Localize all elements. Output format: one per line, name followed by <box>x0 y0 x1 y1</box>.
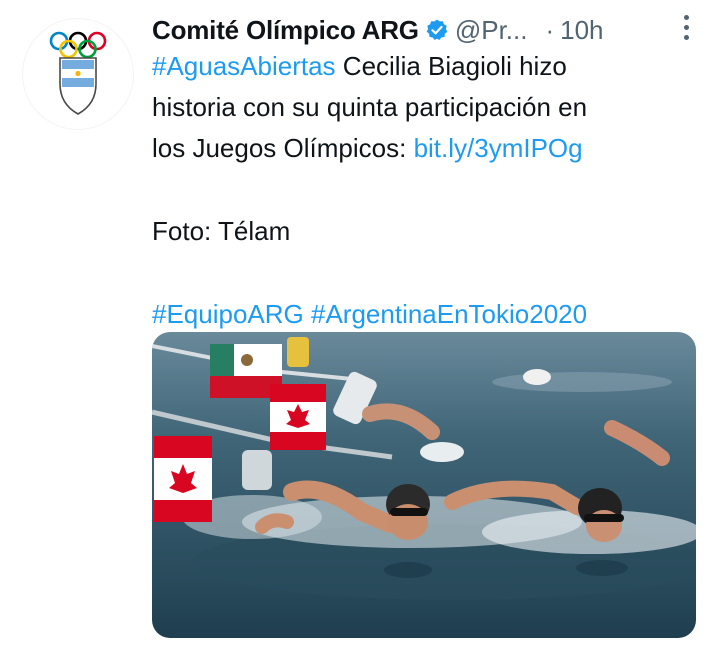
photo-credit: Foto: Télam <box>152 216 291 246</box>
author-handle[interactable]: @Pr... <box>455 15 528 46</box>
text-line-1: #AguasAbiertas Cecilia Biagioli hizo <box>152 46 692 87</box>
verified-badge-icon <box>425 18 449 42</box>
article-link[interactable]: bit.ly/3ymIPOg <box>414 133 583 163</box>
olympic-rings-icon <box>49 31 107 115</box>
canada-flag-2 <box>154 436 212 522</box>
hashtag-equipo-arg[interactable]: #EquipoARG <box>152 299 304 329</box>
header-separator: · <box>545 14 555 45</box>
author-name[interactable]: Comité Olímpico ARG <box>152 15 419 46</box>
tweet-header: Comité Olímpico ARG @Pr... · 10h <box>152 12 712 48</box>
text-segment: Cecilia Biagioli hizo <box>335 51 567 81</box>
hashtag-aguas-abiertas[interactable]: #AguasAbiertas <box>152 51 336 81</box>
swimmers-photo <box>152 332 696 638</box>
avatar[interactable] <box>22 18 134 130</box>
tweet-photo[interactable] <box>152 332 696 638</box>
hashtag-argentina-en-tokio[interactable]: #ArgentinaEnTokio2020 <box>311 299 587 329</box>
canada-flag-1 <box>270 384 326 450</box>
text-line-2: historia con su quinta participación en <box>152 92 588 122</box>
more-options-icon[interactable] <box>676 12 696 42</box>
tweet-text: #AguasAbiertas Cecilia Biagioli hizo his… <box>152 46 692 335</box>
text-line-3: los Juegos Olímpicos: bit.ly/3ymIPOg <box>152 128 692 169</box>
hashtag-line: #EquipoARG #ArgentinaEnTokio2020 <box>152 294 692 335</box>
timestamp[interactable]: 10h <box>560 15 603 46</box>
text-segment: los Juegos Olímpicos: <box>152 133 414 163</box>
